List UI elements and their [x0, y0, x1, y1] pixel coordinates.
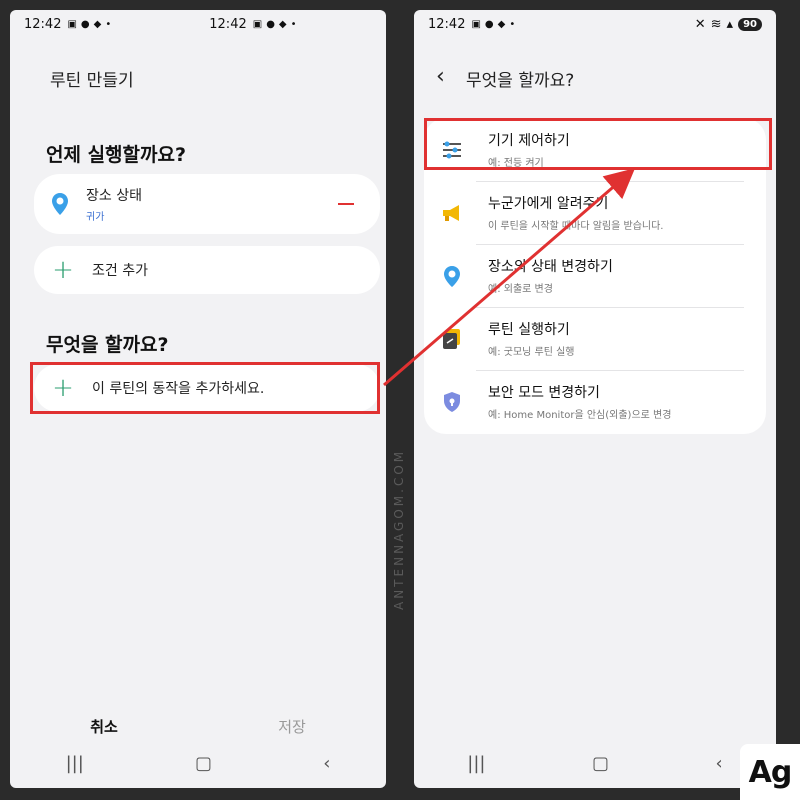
location-pin-icon: [444, 265, 460, 287]
condition-card-location[interactable]: 장소 상태 귀가: [34, 174, 380, 234]
menu-item-security-mode[interactable]: 보안 모드 변경하기 예: Home Monitor을 안심(외출)으로 변경: [424, 370, 766, 433]
screenshot-icon: ▣: [471, 18, 481, 30]
notification-icons: ▣ ● ◆ •: [471, 19, 515, 30]
location-pin-icon: [52, 193, 68, 215]
menu-item-title: 누군가에게 알려주기: [488, 196, 609, 212]
signal-icon: ▴: [726, 16, 734, 32]
mute-icon: ✕: [694, 16, 706, 32]
dot-icon: •: [105, 18, 112, 30]
highlight-box-add-action: [30, 362, 380, 414]
status-time: 12:42: [24, 16, 62, 32]
dot-icon: •: [290, 18, 297, 30]
page-title: 무엇을 할까요?: [466, 71, 575, 91]
back-arrow-icon[interactable]: ‹: [436, 64, 445, 89]
menu-item-title: 장소의 상태 변경하기: [488, 259, 613, 275]
what-section-title: 무엇을 할까요?: [46, 334, 169, 356]
notification-icons: ▣ ● ◆ •: [67, 19, 111, 30]
logo-text: Ag: [748, 754, 793, 790]
chat-icon: ●: [266, 18, 275, 30]
save-button[interactable]: 저장: [198, 716, 386, 737]
navigation-bar: ||| ▢ ‹: [414, 753, 776, 774]
menu-item-notify[interactable]: 누군가에게 알려주기 이 루틴을 시작할 때마다 알림을 받습니다.: [424, 181, 766, 244]
remove-condition-button[interactable]: [338, 203, 354, 205]
home-icon[interactable]: ▢: [592, 753, 609, 774]
screenshot-icon: ▣: [252, 18, 263, 30]
wifi-icon: ≋: [710, 16, 722, 32]
menu-item-sub: 예: 굿모닝 루틴 실행: [488, 347, 575, 358]
app-icon: ◆: [278, 18, 287, 30]
dot-icon: •: [509, 18, 516, 30]
notification-icons-2: ▣ ● ◆ •: [253, 19, 297, 30]
menu-item-sub: 예: 외출로 변경: [488, 284, 553, 295]
recent-apps-icon[interactable]: |||: [467, 753, 485, 774]
menu-item-title: 보안 모드 변경하기: [488, 385, 600, 401]
page-title: 루틴 만들기: [50, 71, 134, 91]
battery-indicator: 90: [738, 17, 762, 31]
menu-item-sub: 예: Home Monitor을 안심(외출)으로 변경: [488, 410, 672, 421]
system-status: ✕ ≋ ▴ 90: [695, 17, 762, 32]
cancel-button[interactable]: 취소: [10, 716, 198, 737]
condition-label: 장소 상태: [86, 188, 142, 204]
routine-icon: [443, 328, 460, 349]
status-bar: 12:42 ▣ ● ◆ • 12:42 ▣ ● ◆ •: [10, 10, 386, 38]
menu-item-run-routine[interactable]: 루틴 실행하기 예: 굿모닝 루틴 실행: [424, 307, 766, 370]
plus-icon: +: [52, 255, 74, 285]
app-icon: ◆: [497, 18, 506, 30]
condition-sub: 귀가: [86, 212, 105, 223]
chat-icon: ●: [80, 18, 90, 30]
home-icon[interactable]: ▢: [195, 753, 212, 774]
add-condition-label: 조건 추가: [92, 263, 148, 279]
when-section-title: 언제 실행할까요?: [46, 144, 186, 166]
left-phone-screen: 12:42 ▣ ● ◆ • 12:42 ▣ ● ◆ • 루틴 만들기 언제 실행…: [10, 10, 386, 788]
status-time: 12:42: [428, 16, 466, 32]
back-icon[interactable]: ‹: [716, 753, 723, 774]
right-phone-screen: 12:42 ▣ ● ◆ • ✕ ≋ ▴ 90 ‹ 무엇을 할까요? 기기 제어하…: [414, 10, 776, 788]
add-condition-button[interactable]: + 조건 추가: [34, 246, 380, 294]
screenshot-icon: ▣: [67, 18, 77, 30]
menu-item-sub: 이 루틴을 시작할 때마다 알림을 받습니다.: [488, 221, 664, 232]
megaphone-icon: [443, 204, 459, 221]
back-icon[interactable]: ‹: [323, 753, 330, 774]
navigation-bar: ||| ▢ ‹: [10, 753, 386, 774]
recent-apps-icon[interactable]: |||: [66, 753, 84, 774]
menu-item-title: 루틴 실행하기: [488, 322, 570, 338]
status-time-duplicate: 12:42: [209, 16, 247, 32]
shield-lock-icon: [444, 391, 460, 412]
chat-icon: ●: [484, 18, 494, 30]
status-bar: 12:42 ▣ ● ◆ • ✕ ≋ ▴ 90: [414, 10, 776, 38]
watermark-text: ANTENNAGOM.COM: [392, 448, 406, 610]
menu-item-location-state[interactable]: 장소의 상태 변경하기 예: 외출로 변경: [424, 244, 766, 307]
highlight-box-device-control: [424, 118, 772, 170]
app-icon: ◆: [93, 18, 102, 30]
brand-logo: Ag: [740, 744, 800, 800]
bottom-buttons: 취소 저장: [10, 716, 386, 737]
